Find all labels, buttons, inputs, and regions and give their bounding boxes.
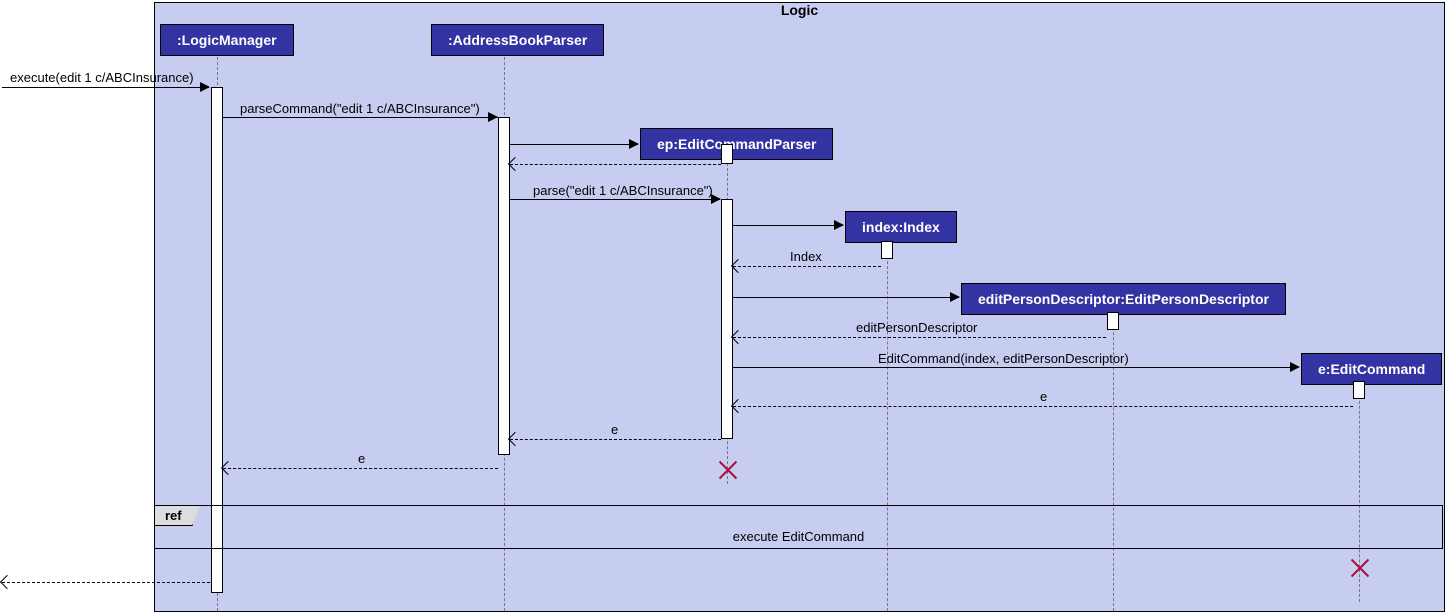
msg-execute: execute(edit 1 c/ABCInsurance): [10, 70, 194, 85]
arrow-create-ecp: [510, 144, 638, 145]
arrow-return-e2: [510, 439, 721, 440]
arrow-final-return: [2, 582, 210, 583]
msg-e-return3: e: [358, 451, 365, 466]
frame-title: Logic: [781, 2, 818, 18]
activation-editcommandparser-1: [721, 144, 733, 164]
arrow-return-e3: [223, 468, 498, 469]
arrow-create-index: [733, 225, 843, 226]
activation-editpersondescriptor: [1107, 312, 1119, 330]
msg-index-return: Index: [790, 249, 822, 264]
msg-e-return2: e: [611, 422, 618, 437]
ref-box: execute EditCommand: [154, 505, 1443, 549]
msg-editcmd-create: EditCommand(index, editPersonDescriptor): [878, 351, 1129, 366]
participant-index: index:Index: [845, 211, 957, 243]
arrow-return-e1: [733, 406, 1353, 407]
destroy-editcommandparser: [715, 458, 739, 482]
activation-addressbookparser: [498, 117, 510, 455]
participant-editpersondescriptor: editPersonDescriptor:EditPersonDescripto…: [961, 283, 1286, 315]
arrow-execute: [2, 87, 209, 88]
ref-text: execute EditCommand: [733, 529, 865, 544]
arrowhead-execute: [200, 82, 210, 92]
msg-epd-return: editPersonDescriptor: [856, 320, 977, 335]
ref-label: ref: [154, 505, 193, 526]
activation-editcommandparser-2: [721, 199, 733, 439]
arrowhead-parsecommand: [488, 112, 498, 122]
participant-logicmanager: :LogicManager: [160, 24, 294, 56]
arrow-parsecommand: [223, 117, 498, 118]
msg-parsecommand: parseCommand("edit 1 c/ABCInsurance"): [240, 101, 480, 116]
arrowhead-create-index: [834, 220, 844, 230]
activation-editcommand: [1353, 381, 1365, 399]
arrowhead-final-return: [0, 575, 14, 589]
participant-editcommandparser: ep:EditCommandParser: [640, 128, 833, 160]
arrowhead-parse: [711, 194, 721, 204]
msg-parse: parse("edit 1 c/ABCInsurance"): [533, 183, 713, 198]
destroy-editcommand: [1347, 556, 1371, 580]
participant-editcommand: e:EditCommand: [1301, 353, 1442, 385]
participant-addressbookparser: :AddressBookParser: [431, 24, 604, 56]
msg-e-return1: e: [1040, 389, 1047, 404]
arrow-return-index: [733, 266, 881, 267]
arrow-parse: [510, 199, 720, 200]
arrow-return-ecp: [510, 164, 721, 165]
arrowhead-create-editcmd: [1290, 362, 1300, 372]
arrow-create-editcmd: [733, 367, 1298, 368]
arrow-return-epd: [733, 337, 1106, 338]
arrowhead-create-ecp: [629, 139, 639, 149]
arrowhead-create-epd: [950, 292, 960, 302]
activation-index: [881, 241, 893, 259]
sequence-diagram: Logic :LogicManager :AddressBookParser e…: [0, 0, 1448, 614]
arrow-create-epd: [733, 297, 959, 298]
